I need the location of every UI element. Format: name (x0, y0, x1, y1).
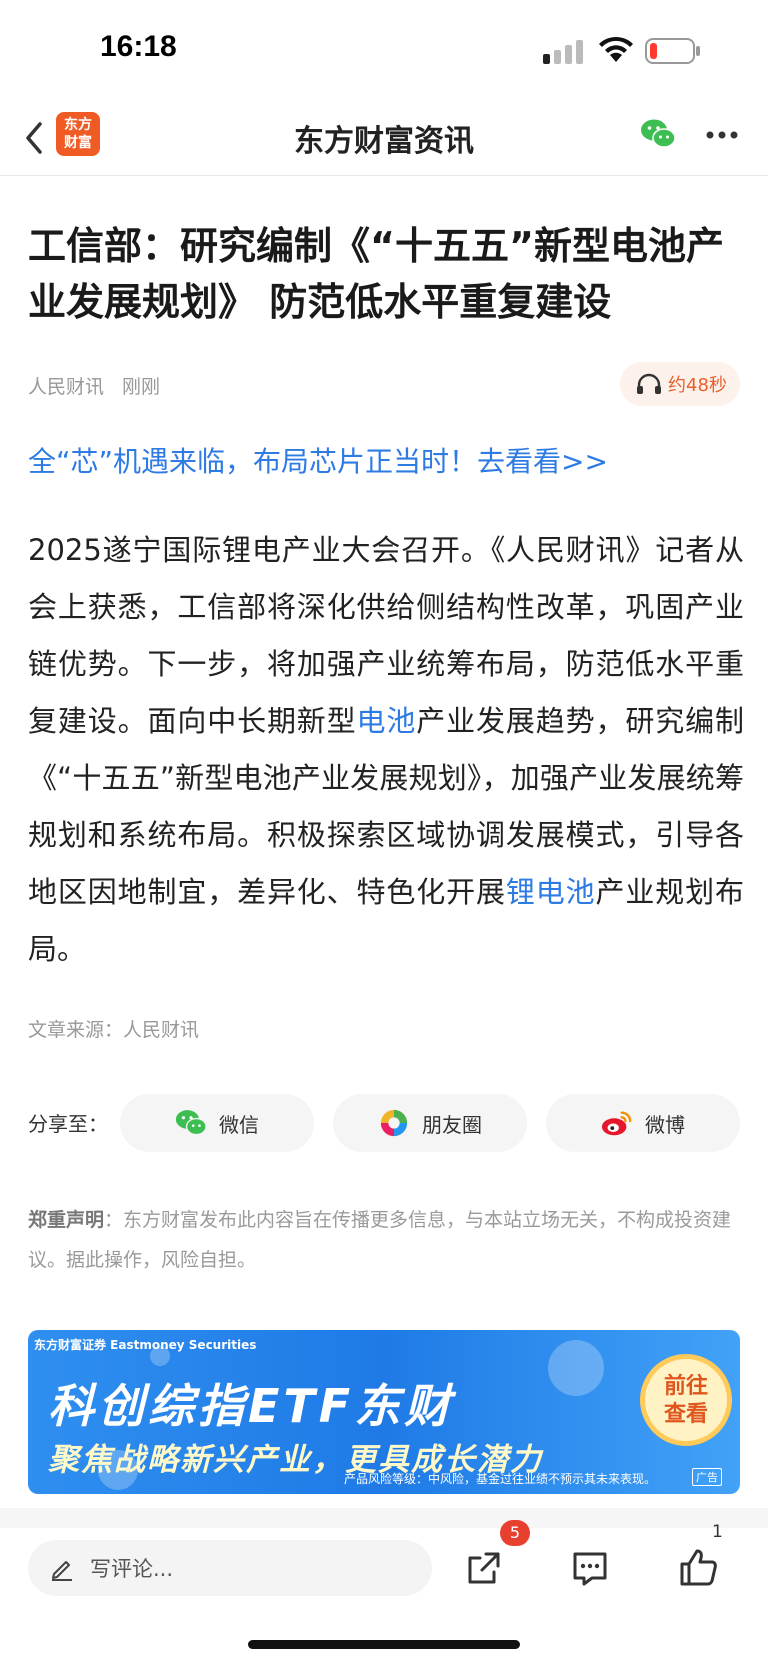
ad-risk-notice: 产品风险等级：中风险，基金过往业绩不预示其未来表现。 (344, 1472, 657, 1486)
ad-cta-button[interactable]: 前往 查看 (640, 1354, 732, 1446)
share-count-badge: 5 (500, 1520, 530, 1546)
back-icon[interactable] (20, 118, 48, 158)
share-weibo-label: 微博 (645, 1112, 685, 1137)
article-body: 2025遂宁国际锂电产业大会召开。《人民财讯》记者从会上获悉，工信部将深化供给侧… (28, 522, 744, 978)
article-source-name: 人民财讯 (28, 376, 105, 398)
more-icon[interactable] (706, 130, 738, 140)
disclaimer: 郑重声明：东方财富发布此内容旨在传播更多信息，与本站立场无关，不构成投资建议。据… (28, 1200, 740, 1280)
article-meta: 人民财讯 刚刚 (28, 372, 160, 399)
status-time: 16:18 (100, 30, 177, 63)
share-weibo-button[interactable]: 微博 (546, 1094, 740, 1152)
wechat-icon[interactable] (640, 118, 676, 150)
battery-icon (645, 38, 700, 64)
pen-icon (52, 1561, 72, 1581)
share-label: 分享至： (28, 1112, 108, 1136)
share-moments-button[interactable]: 朋友圈 (333, 1094, 527, 1152)
logo-text-bottom: 财富 (64, 135, 92, 151)
share-wechat-button[interactable]: 微信 (120, 1094, 314, 1152)
ad-cta-line1: 前往 (663, 1374, 708, 1399)
article-source: 文章来源：人民财讯 (28, 1019, 200, 1041)
ad-brand: 东方财富证券 Eastmoney Securities (34, 1338, 257, 1352)
logo-text-top: 东方 (64, 117, 92, 133)
moments-icon (380, 1109, 408, 1137)
comment-input[interactable]: 写评论... (28, 1540, 432, 1596)
article-time: 刚刚 (122, 376, 161, 398)
weibo-icon (601, 1111, 632, 1136)
ad-title: 科创综指ETF东财 (48, 1379, 455, 1433)
keyword-link-battery[interactable]: 电池 (357, 704, 417, 738)
nav-bar: 东方 财富 东方财富资讯 (0, 100, 768, 176)
share-icon[interactable] (464, 1548, 504, 1588)
article-title: 工信部：研究编制《“十五五”新型电池产业发展规划》 防范低水平重复建设 (28, 224, 724, 324)
promo-link[interactable]: 全“芯”机遇来临，布局芯片正当时！去看看>> (28, 440, 608, 480)
comment-placeholder: 写评论... (90, 1557, 174, 1581)
share-moments-label: 朋友圈 (422, 1112, 482, 1137)
wifi-icon (599, 36, 633, 62)
disclaimer-text: ：东方财富发布此内容旨在传播更多信息，与本站立场无关，不构成投资建议。据此操作，… (28, 1209, 732, 1271)
headphones-icon (637, 373, 661, 394)
section-divider (0, 1508, 768, 1528)
comment-icon[interactable] (570, 1548, 610, 1588)
keyword-link-lithium-battery[interactable]: 锂电池 (506, 875, 596, 909)
audio-duration: 约48秒 (668, 375, 727, 396)
ad-banner[interactable]: 东方财富证券 Eastmoney Securities 科创综指ETF东财 聚焦… (28, 1330, 740, 1494)
disclaimer-heading: 郑重声明 (28, 1209, 105, 1231)
signal-icon (543, 40, 583, 64)
share-wechat-label: 微信 (219, 1112, 259, 1137)
thumbs-up-icon[interactable] (678, 1546, 720, 1588)
ad-cta-line2: 查看 (663, 1402, 708, 1427)
audio-play-button[interactable]: 约48秒 (620, 362, 740, 406)
ad-tag: 广告 (692, 1468, 722, 1486)
home-indicator (248, 1640, 520, 1649)
eastmoney-logo: 东方 财富 (56, 112, 100, 156)
like-count: 1 (712, 1522, 723, 1542)
wechat-icon (175, 1110, 207, 1136)
status-bar: 16:18 (0, 0, 768, 100)
coin-decoration (548, 1340, 604, 1396)
